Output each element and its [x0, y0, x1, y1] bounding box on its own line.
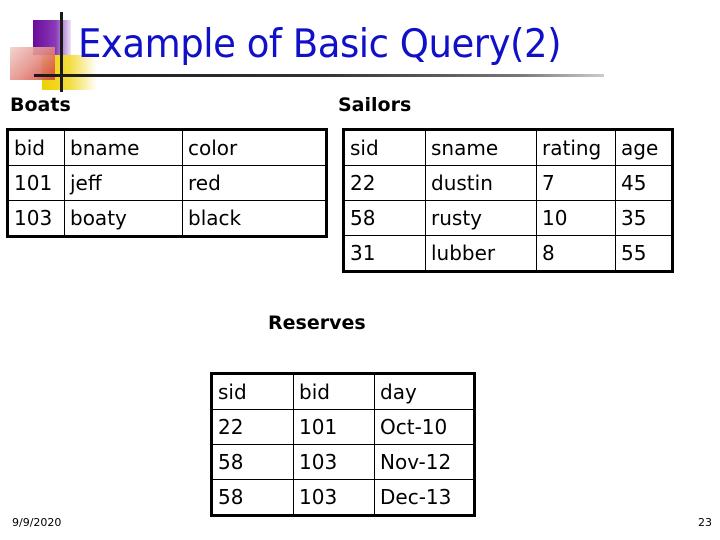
header-cell: sid [343, 129, 426, 166]
table-header-row: sid sname rating age [343, 129, 673, 166]
header-cell: rating [536, 129, 616, 166]
slide-date: 9/9/2020 [12, 516, 62, 529]
reserves-table: sid bid day 22 101 Oct-10 58 103 Nov-12 … [210, 372, 476, 517]
title-underline [34, 74, 604, 77]
table-cell: dustin [425, 165, 537, 201]
sailors-caption: Sailors [338, 94, 412, 116]
table-cell: 101 [293, 409, 375, 445]
reserves-caption: Reserves [268, 312, 366, 334]
table-row: 22 dustin 7 45 [343, 165, 673, 201]
table-cell: 22 [211, 409, 294, 445]
table-cell: 103 [7, 200, 65, 237]
table-row: 103 boaty black [7, 200, 327, 237]
table-cell: 45 [615, 165, 673, 201]
sailors-table: sid sname rating age 22 dustin 7 45 58 r… [342, 128, 674, 273]
table-cell: boaty [64, 200, 183, 237]
boats-caption: Boats [10, 94, 71, 116]
table-cell: jeff [64, 165, 183, 201]
table-cell: 10 [536, 200, 616, 236]
header-cell: bid [293, 373, 375, 410]
table-cell: 58 [343, 200, 426, 236]
table-cell: Nov-12 [374, 444, 475, 480]
slide-title: Example of Basic Query(2) [78, 22, 562, 67]
table-header-row: bid bname color [7, 129, 327, 166]
table-cell: 103 [293, 479, 375, 516]
table-cell: 7 [536, 165, 616, 201]
table-cell: 103 [293, 444, 375, 480]
table-header-row: sid bid day [211, 373, 475, 410]
header-cell: bname [64, 129, 183, 166]
header-cell: color [182, 129, 327, 166]
header-cell: day [374, 373, 475, 410]
header-cell: age [615, 129, 673, 166]
vertical-rule-decoration [60, 12, 63, 92]
boats-table: bid bname color 101 jeff red 103 boaty b… [6, 128, 328, 238]
table-cell: 58 [211, 479, 294, 516]
table-cell: 58 [211, 444, 294, 480]
table-row: 58 103 Dec-13 [211, 479, 475, 516]
header-cell: bid [7, 129, 65, 166]
table-cell: Oct-10 [374, 409, 475, 445]
table-cell: 35 [615, 200, 673, 236]
table-row: 58 103 Nov-12 [211, 444, 475, 480]
table-cell: rusty [425, 200, 537, 236]
table-cell: 101 [7, 165, 65, 201]
table-cell: lubber [425, 235, 537, 272]
table-cell: red [182, 165, 327, 201]
table-cell: Dec-13 [374, 479, 475, 516]
table-cell: 8 [536, 235, 616, 272]
table-row: 101 jeff red [7, 165, 327, 201]
table-row: 31 lubber 8 55 [343, 235, 673, 272]
header-cell: sname [425, 129, 537, 166]
table-row: 58 rusty 10 35 [343, 200, 673, 236]
table-cell: black [182, 200, 327, 237]
table-cell: 22 [343, 165, 426, 201]
slide-page-number: 23 [698, 516, 712, 529]
table-cell: 55 [615, 235, 673, 272]
table-cell: 31 [343, 235, 426, 272]
header-cell: sid [211, 373, 294, 410]
table-row: 22 101 Oct-10 [211, 409, 475, 445]
